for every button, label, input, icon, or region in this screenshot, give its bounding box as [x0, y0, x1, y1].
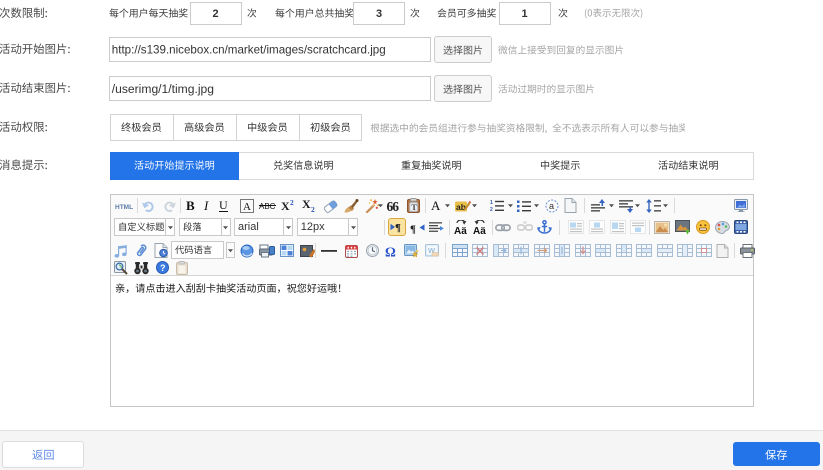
svg-text:2: 2 [311, 205, 315, 212]
svg-text:I: I [203, 198, 209, 213]
svg-text:66: 66 [387, 200, 399, 211]
svg-text:A: A [243, 201, 251, 213]
svg-text:1: 1 [490, 200, 493, 206]
svg-text:a: a [549, 201, 554, 211]
svg-text:ABC: ABC [259, 202, 276, 211]
svg-text:2: 2 [290, 199, 294, 207]
svg-text:Ω: Ω [385, 244, 396, 258]
svg-text:2: 2 [490, 207, 493, 212]
svg-text:HTML: HTML [115, 204, 133, 211]
svg-text:¶: ¶ [395, 222, 401, 234]
svg-text:ab: ab [456, 202, 466, 212]
svg-text:?: ? [160, 263, 166, 273]
svg-text:Aä: Aä [454, 226, 467, 235]
svg-text:B: B [186, 198, 195, 213]
svg-text:¶: ¶ [410, 223, 416, 234]
svg-text:A: A [431, 198, 441, 213]
svg-text:T: T [411, 202, 417, 212]
svg-text:X: X [302, 199, 311, 211]
svg-text:X: X [281, 199, 290, 212]
svg-text:U: U [219, 198, 228, 212]
svg-text:Aä: Aä [473, 226, 486, 235]
